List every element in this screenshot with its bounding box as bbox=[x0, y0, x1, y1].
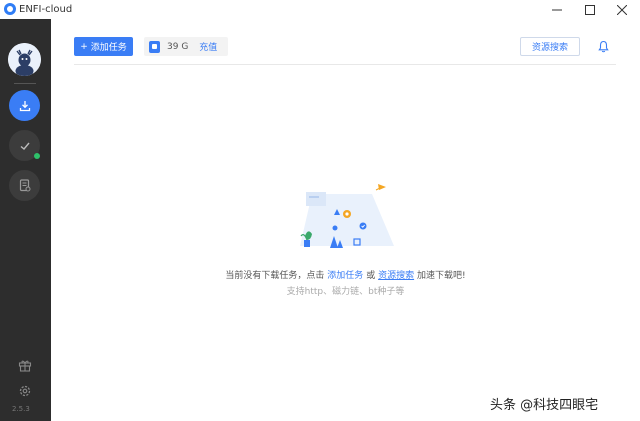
sidebar-item-files[interactable] bbox=[9, 170, 40, 201]
deer-avatar-icon bbox=[8, 43, 41, 76]
check-icon bbox=[20, 142, 30, 150]
download-icon bbox=[19, 100, 30, 111]
sidebar: 2.5.3 bbox=[0, 19, 51, 421]
storage-size: 39 G bbox=[167, 41, 189, 52]
app-logo-icon bbox=[4, 3, 16, 15]
recharge-link[interactable]: 充值 bbox=[199, 40, 217, 53]
avatar[interactable] bbox=[8, 43, 41, 76]
maximize-icon bbox=[585, 4, 595, 15]
close-button[interactable] bbox=[607, 0, 637, 19]
document-icon bbox=[19, 179, 30, 192]
empty-suffix: 加速下载吧! bbox=[416, 271, 466, 281]
watermark-text: 头条 @科技四眼宅 bbox=[490, 398, 599, 413]
storage-info: 39 G 充值 bbox=[144, 37, 228, 56]
minimize-button[interactable] bbox=[542, 0, 572, 19]
empty-state-message: 当前没有下载任务，点击 添加任务 或 资源搜索 加速下载吧! bbox=[0, 268, 640, 281]
add-task-button[interactable]: + 添加任务 bbox=[74, 37, 133, 56]
sidebar-divider bbox=[14, 83, 36, 84]
empty-or: 或 bbox=[366, 271, 376, 281]
gear-icon bbox=[19, 385, 31, 397]
plus-icon: + bbox=[80, 41, 88, 52]
status-badge bbox=[34, 153, 40, 159]
empty-prefix: 当前没有下载任务，点击 bbox=[225, 271, 325, 281]
bell-icon bbox=[597, 40, 609, 53]
gift-icon bbox=[18, 360, 32, 372]
close-icon bbox=[617, 4, 627, 15]
rocket-illustration-icon bbox=[300, 184, 394, 248]
resource-search-button[interactable]: 资源搜索 bbox=[520, 37, 580, 56]
minimize-icon bbox=[552, 9, 562, 10]
sidebar-item-download[interactable] bbox=[9, 90, 40, 121]
gift-button[interactable] bbox=[16, 356, 34, 374]
notification-button[interactable] bbox=[595, 38, 611, 55]
supported-formats-text: 支持http、磁力链、bt种子等 bbox=[286, 287, 405, 297]
maximize-button[interactable] bbox=[575, 0, 605, 19]
resource-search-link[interactable]: 资源搜索 bbox=[378, 271, 414, 281]
version-label: 2.5.3 bbox=[12, 405, 30, 413]
settings-button[interactable] bbox=[16, 382, 34, 400]
empty-illustration bbox=[290, 180, 402, 252]
add-task-label: 添加任务 bbox=[90, 43, 127, 53]
app-title: ENFI-cloud bbox=[19, 4, 73, 15]
add-task-link[interactable]: 添加任务 bbox=[327, 271, 363, 281]
toolbar-divider bbox=[74, 64, 616, 65]
disk-icon bbox=[149, 40, 160, 53]
title-bar: ENFI-cloud bbox=[0, 0, 640, 19]
